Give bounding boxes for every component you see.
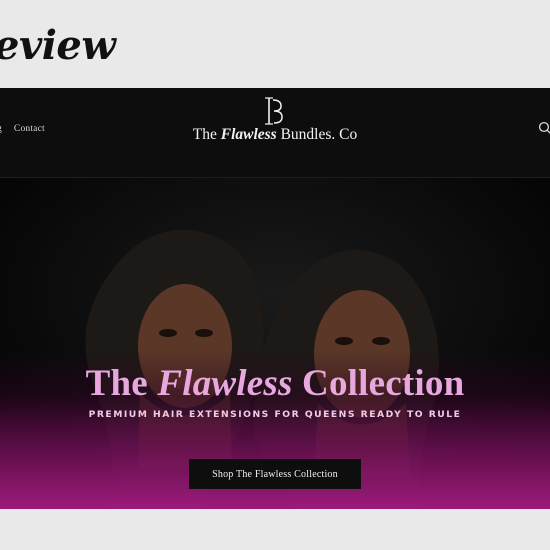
hero-title: The Flawless Collection — [0, 362, 550, 405]
brand-name[interactable]: The Flawless Bundles. Co — [0, 126, 550, 144]
brand-part-3: Bundles. Co — [276, 126, 358, 143]
website-preview: og Contact The Flawless Bundles. Co — [0, 88, 550, 509]
hero-title-part-1: The — [85, 363, 158, 404]
brand-part-1: The — [192, 126, 221, 143]
hero-banner: The Flawless Collection PREMIUM HAIR EXT… — [0, 178, 550, 509]
site-header: og Contact The Flawless Bundles. Co — [0, 88, 550, 178]
hero-title-part-3: Collection — [292, 363, 465, 404]
brand-part-2: Flawless — [220, 126, 277, 143]
search-icon[interactable] — [538, 121, 550, 135]
shop-collection-button[interactable]: Shop The Flawless Collection — [189, 459, 361, 489]
hero-subtitle: PREMIUM HAIR EXTENSIONS FOR QUEENS READY… — [88, 409, 462, 420]
monogram-logo[interactable] — [262, 96, 286, 126]
preview-label: eview — [0, 22, 116, 69]
hero-title-part-2: Flawless — [157, 363, 293, 404]
